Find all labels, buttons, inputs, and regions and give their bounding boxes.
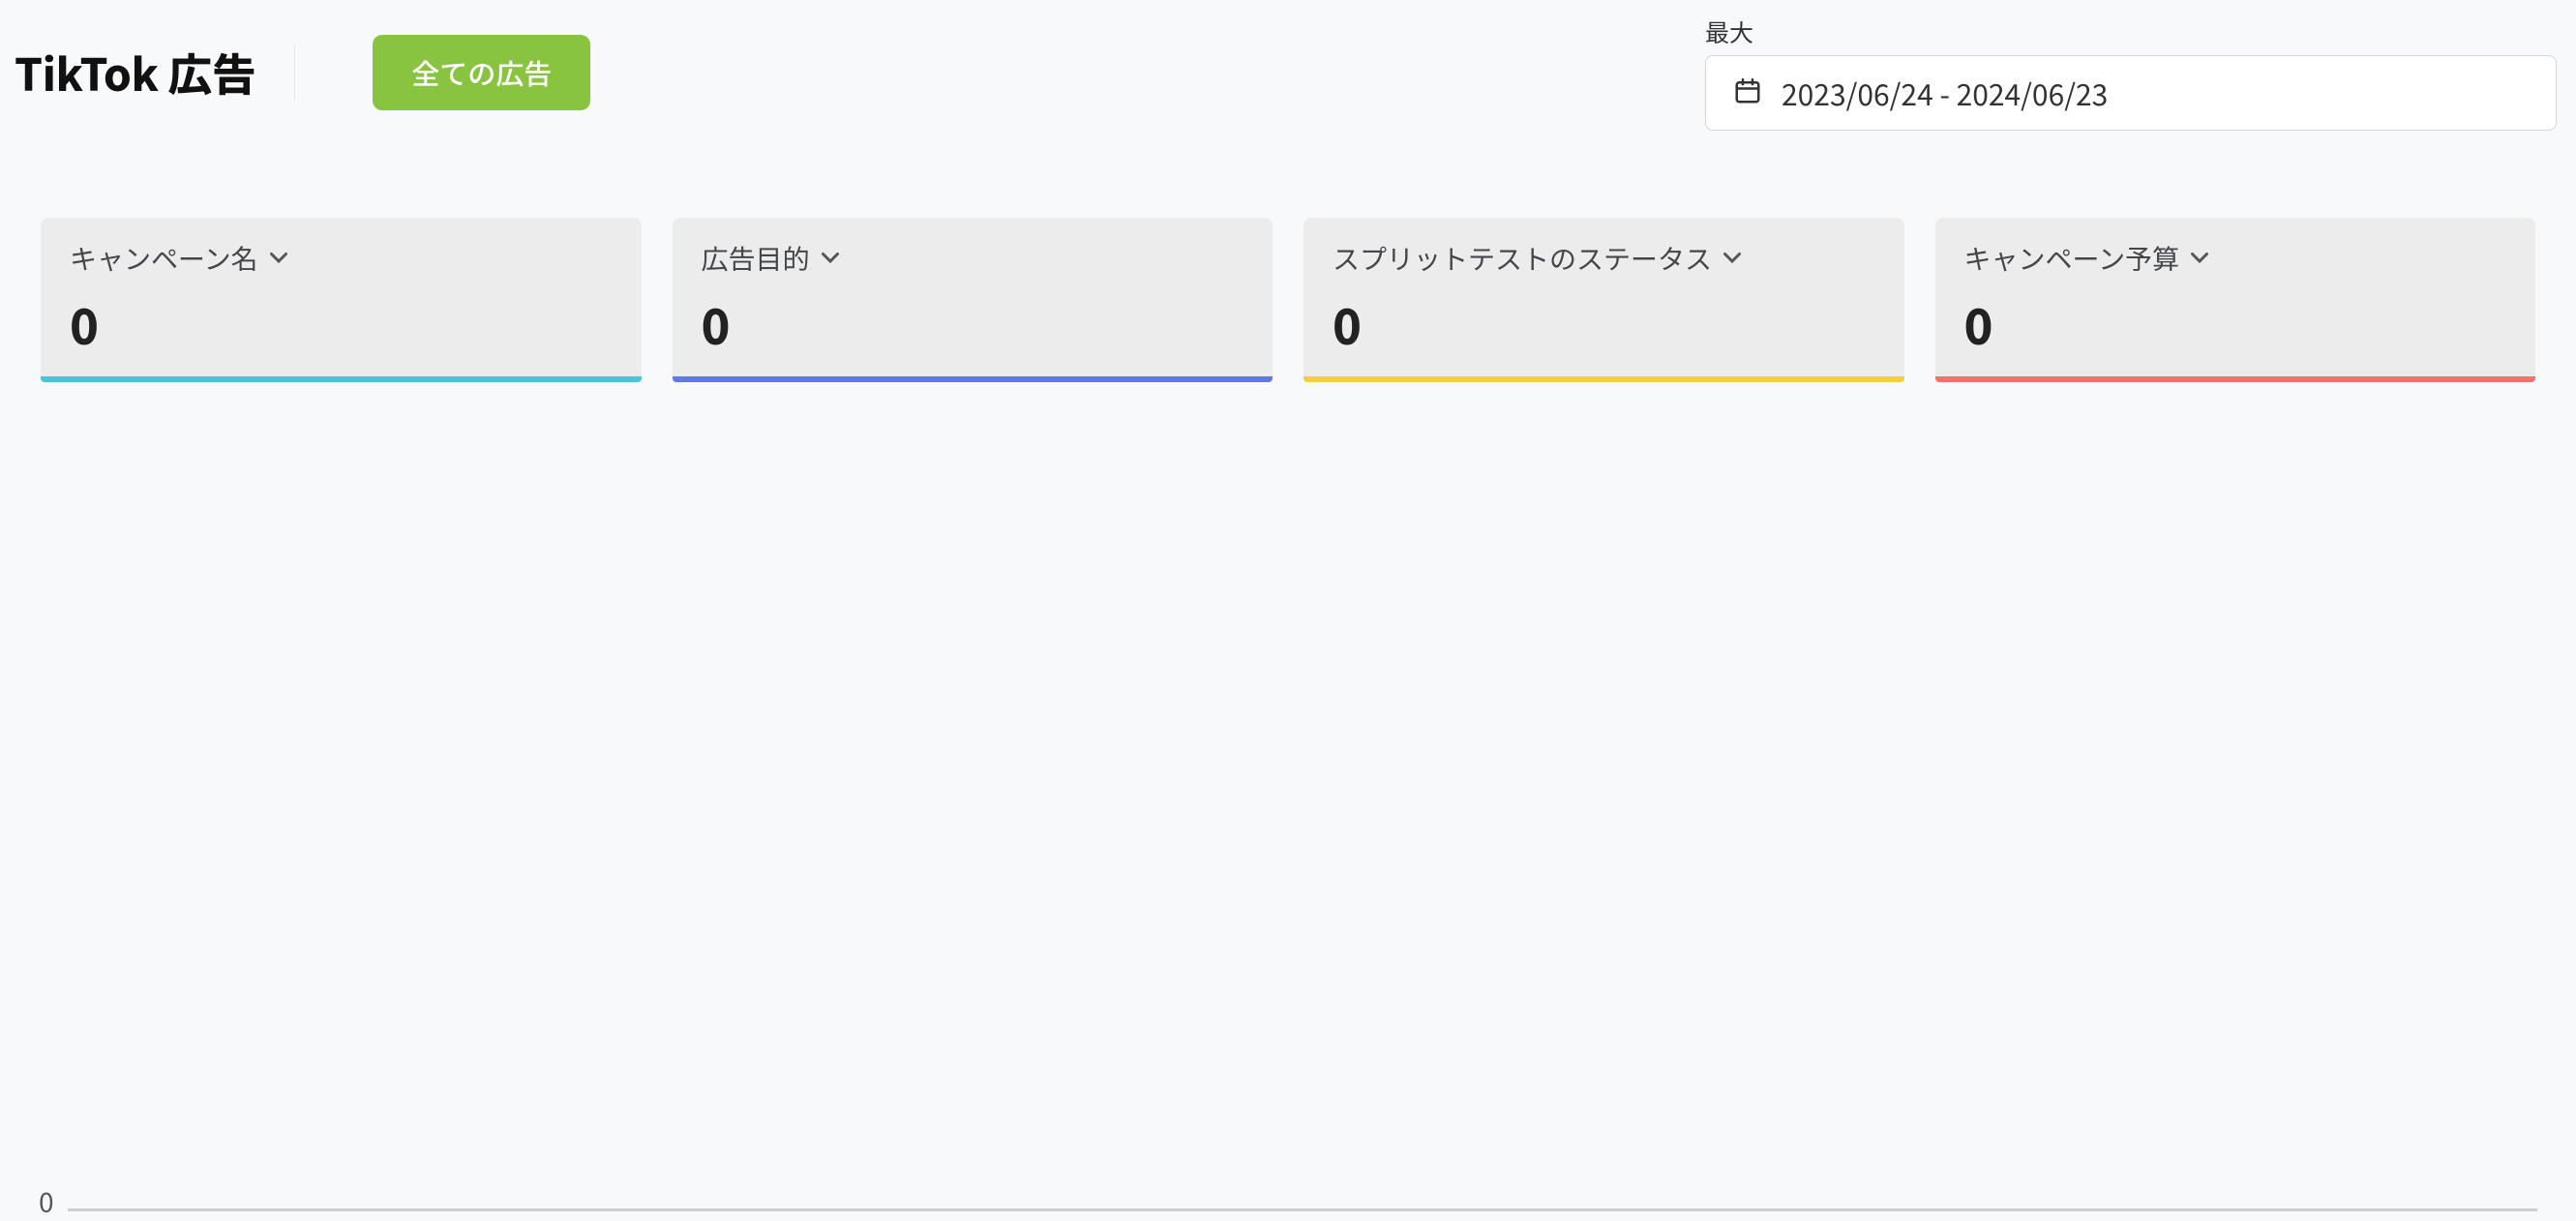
card-value: 0	[1333, 289, 1875, 359]
card-label: キャンペーン名	[70, 239, 258, 278]
chevron-down-icon	[2191, 252, 2208, 265]
all-ads-button[interactable]: 全ての広告	[373, 35, 590, 110]
page-title: TikTok 広告	[15, 41, 294, 104]
card-label: キャンペーン予算	[1964, 239, 2180, 278]
calendar-icon	[1733, 76, 1762, 110]
chevron-down-icon	[1723, 252, 1741, 265]
card-value: 0	[70, 289, 613, 359]
card-value: 0	[702, 289, 1244, 359]
card-split-test-status[interactable]: スプリットテストのステータス 0	[1303, 218, 1904, 376]
card-label: スプリットテストのステータス	[1333, 239, 1712, 278]
card-label: 広告目的	[702, 239, 810, 278]
divider	[294, 45, 295, 101]
card-campaign-budget[interactable]: キャンペーン予算 0	[1935, 218, 2536, 376]
chevron-down-icon	[822, 252, 839, 265]
axis-line	[68, 1208, 2537, 1211]
chevron-down-icon	[270, 252, 287, 265]
date-range-value: 2023/06/24 - 2024/06/23	[1782, 72, 2108, 114]
card-objective[interactable]: 広告目的 0	[673, 218, 1273, 376]
chart-axis: 0	[39, 1208, 2537, 1211]
card-campaign-name[interactable]: キャンペーン名 0	[41, 218, 642, 376]
axis-zero-label: 0	[39, 1182, 54, 1221]
max-label: 最大	[1705, 15, 2557, 49]
date-range-picker[interactable]: 2023/06/24 - 2024/06/23	[1705, 55, 2557, 131]
card-value: 0	[1964, 289, 2507, 359]
